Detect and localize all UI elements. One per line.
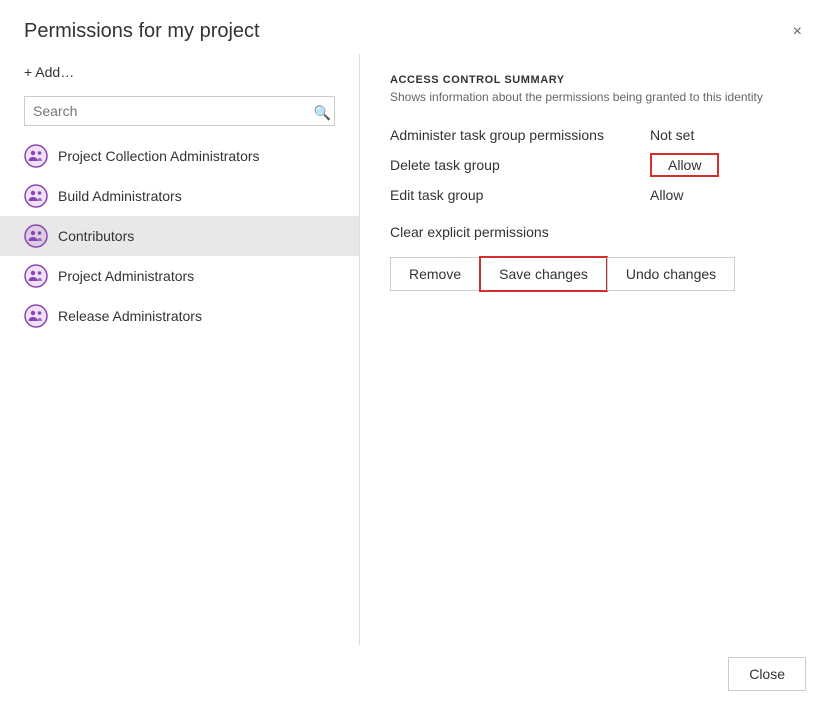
search-icon-button[interactable]: 🔍 xyxy=(314,105,331,122)
dialog-header: Permissions for my project × xyxy=(0,0,830,54)
add-button[interactable]: + Add… xyxy=(0,54,359,90)
group-list: Project Collection Administrators Build … xyxy=(0,136,359,645)
group-label: Build Administrators xyxy=(58,188,182,204)
group-item-release-admins[interactable]: Release Administrators xyxy=(0,296,359,336)
search-icon: 🔍 xyxy=(314,105,331,121)
actions-row: Remove Save changes Undo changes xyxy=(390,256,800,292)
table-row: Edit task groupAllow xyxy=(390,182,800,208)
permission-name: Edit task group xyxy=(390,182,650,208)
permission-name: Delete task group xyxy=(390,148,650,182)
acs-title: ACCESS CONTROL SUMMARY xyxy=(390,74,800,86)
allow-badge: Allow xyxy=(650,153,719,177)
left-panel: + Add… 🔍 Project Collection Administrato… xyxy=(0,54,360,645)
save-changes-button[interactable]: Save changes xyxy=(479,256,608,292)
permission-value: Allow xyxy=(650,148,800,182)
permission-value: Allow xyxy=(650,182,800,208)
permission-value: Not set xyxy=(650,122,800,148)
permission-name: Administer task group permissions xyxy=(390,122,650,148)
group-item-project-admins[interactable]: Project Administrators xyxy=(0,256,359,296)
group-label: Project Administrators xyxy=(58,268,194,284)
group-item-contributors[interactable]: Contributors xyxy=(0,216,359,256)
group-icon xyxy=(24,144,48,168)
group-icon xyxy=(24,264,48,288)
permissions-dialog: Permissions for my project × + Add… 🔍 Pr… xyxy=(0,0,830,703)
group-label: Project Collection Administrators xyxy=(58,148,260,164)
table-row: Delete task groupAllow xyxy=(390,148,800,182)
undo-changes-button[interactable]: Undo changes xyxy=(607,257,735,291)
dialog-footer: Close xyxy=(0,645,830,703)
group-item-build-admins[interactable]: Build Administrators xyxy=(0,176,359,216)
group-icon xyxy=(24,304,48,328)
group-item-project-collection-admins[interactable]: Project Collection Administrators xyxy=(0,136,359,176)
remove-button[interactable]: Remove xyxy=(390,257,480,291)
dialog-body: + Add… 🔍 Project Collection Administrato… xyxy=(0,54,830,645)
search-input[interactable] xyxy=(24,96,335,126)
right-panel: ACCESS CONTROL SUMMARY Shows information… xyxy=(360,54,830,645)
group-icon xyxy=(24,184,48,208)
dialog-title: Permissions for my project xyxy=(24,20,260,43)
search-container: 🔍 xyxy=(0,90,359,136)
acs-subtitle: Shows information about the permissions … xyxy=(390,90,800,104)
group-label: Release Administrators xyxy=(58,308,202,324)
footer-close-button[interactable]: Close xyxy=(728,657,806,691)
clear-explicit-label: Clear explicit permissions xyxy=(390,224,800,240)
close-icon-button[interactable]: × xyxy=(789,20,806,44)
permissions-table: Administer task group permissionsNot set… xyxy=(390,122,800,208)
table-row: Administer task group permissionsNot set xyxy=(390,122,800,148)
group-icon xyxy=(24,224,48,248)
group-label: Contributors xyxy=(58,228,134,244)
